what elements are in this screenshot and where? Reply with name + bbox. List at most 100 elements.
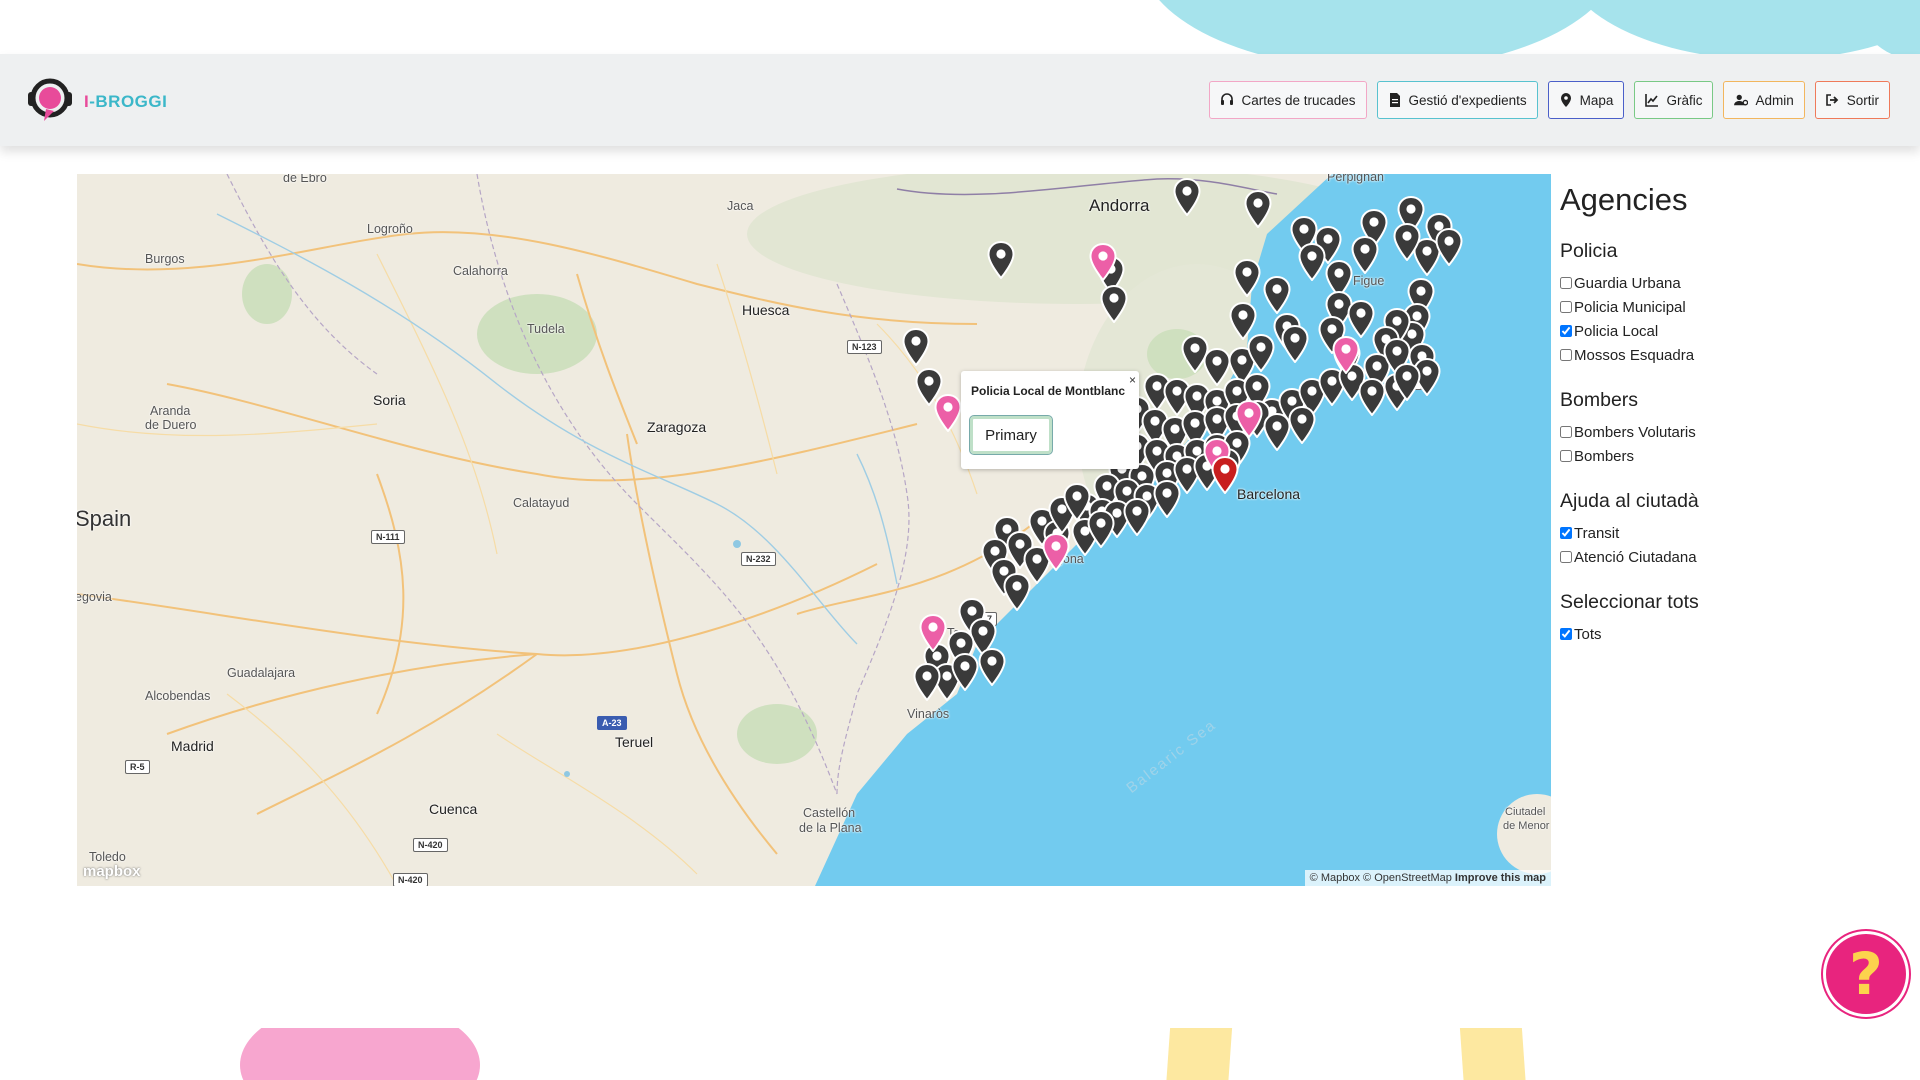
map-marker[interactable]: [1393, 223, 1421, 261]
map-marker[interactable]: [1247, 334, 1275, 372]
map-marker[interactable]: [1244, 190, 1272, 228]
improve-map-link[interactable]: Improve this map: [1455, 872, 1546, 884]
map-marker[interactable]: [1358, 378, 1386, 416]
decor-blob-pink: [240, 1028, 480, 1080]
nav-button-label: Gràfic: [1666, 92, 1703, 108]
filter-guardia-urbana[interactable]: Guardia Urbana: [1560, 271, 1900, 295]
popup-close-button[interactable]: ×: [1129, 373, 1136, 387]
user-cog-icon: [1734, 93, 1749, 107]
road-shield: N-232: [741, 552, 776, 566]
brand[interactable]: I-BROGGI: [24, 76, 167, 128]
map-label: Tudela: [527, 322, 565, 336]
group-title: Policia: [1560, 240, 1618, 262]
filter-bombers-volutaris[interactable]: Bombers Volutaris: [1560, 420, 1900, 444]
map-marker[interactable]: [1263, 276, 1291, 314]
map-marker[interactable]: [1003, 573, 1031, 611]
road-shield: A-23: [597, 716, 627, 730]
map-marker[interactable]: [1351, 236, 1379, 274]
map-label: Teruel: [615, 734, 654, 750]
group-policia: Policia Guardia Urbana Policia Municipal…: [1560, 240, 1900, 367]
map-marker-highlighted[interactable]: [1211, 456, 1239, 494]
checkbox[interactable]: [1560, 527, 1572, 539]
nav-admin-button[interactable]: Admin: [1723, 81, 1805, 119]
nav-grafic-button[interactable]: Gràfic: [1634, 81, 1714, 119]
filter-bombers[interactable]: Bombers: [1560, 444, 1900, 468]
map-marker[interactable]: [902, 328, 930, 366]
checkbox[interactable]: [1560, 426, 1572, 438]
road-shield: N-420: [413, 838, 448, 852]
nav-gestio-expedients-button[interactable]: Gestió d'expedients: [1376, 81, 1538, 119]
nav-sortir-button[interactable]: Sortir: [1814, 81, 1890, 119]
marker-popup: Policia Local de Montblanc × Primary: [961, 371, 1139, 469]
popup-title: Policia Local de Montblanc: [971, 384, 1126, 398]
group-title: Seleccionar tots: [1560, 591, 1699, 613]
map-marker[interactable]: [1087, 510, 1115, 548]
navbar: I-BROGGI Cartes de trucades Gestió d'exp…: [0, 54, 1920, 146]
attribution-mapbox-link[interactable]: © Mapbox: [1310, 872, 1360, 884]
filter-transit[interactable]: Transit: [1560, 521, 1900, 545]
checkbox[interactable]: [1560, 325, 1572, 337]
filter-tots[interactable]: Tots: [1560, 622, 1900, 646]
checkbox[interactable]: [1560, 277, 1572, 289]
filter-policia-local[interactable]: Policia Local: [1560, 319, 1900, 343]
filter-policia-municipal[interactable]: Policia Municipal: [1560, 295, 1900, 319]
map-label: de Duero: [145, 418, 197, 432]
map[interactable]: de Ebro Logroño Burgos Jaca Andorra Perp…: [77, 174, 1551, 886]
road-shield: N-420: [393, 873, 428, 886]
chart-line-icon: [1645, 93, 1659, 107]
checkbox[interactable]: [1560, 301, 1572, 313]
map-marker-pink[interactable]: [1089, 243, 1117, 281]
map-label: Andorra: [1089, 196, 1150, 215]
map-marker[interactable]: [1173, 178, 1201, 216]
nav-mapa-button[interactable]: Mapa: [1547, 81, 1625, 119]
map-marker[interactable]: [978, 648, 1006, 686]
map-label: Alcobendas: [145, 689, 211, 703]
map-label: Huesca: [742, 302, 790, 318]
checkbox[interactable]: [1560, 628, 1572, 640]
map-marker[interactable]: [1100, 285, 1128, 323]
map-marker-pink[interactable]: [934, 394, 962, 432]
checkbox[interactable]: [1560, 450, 1572, 462]
map-marker[interactable]: [913, 663, 941, 701]
map-label: Burgos: [145, 252, 185, 266]
map-marker[interactable]: [1263, 413, 1291, 451]
filter-mossos-esquadra[interactable]: Mossos Esquadra: [1560, 343, 1900, 367]
decor-blob-cyan: [1860, 0, 1920, 60]
map-marker[interactable]: [1347, 300, 1375, 338]
checkbox[interactable]: [1560, 349, 1572, 361]
decor-blob-yellow: [1165, 1028, 1233, 1080]
filter-atencio-ciutadana[interactable]: Atenció Ciutadana: [1560, 545, 1900, 569]
map-marker-pink[interactable]: [1235, 400, 1263, 438]
sign-out-icon: [1825, 93, 1840, 107]
nav-buttons: Cartes de trucades Gestió d'expedients M…: [1209, 81, 1890, 119]
mapbox-logo[interactable]: mapbox: [83, 863, 141, 880]
map-marker[interactable]: [987, 241, 1015, 279]
popup-primary-button[interactable]: Primary: [969, 415, 1053, 455]
map-marker-pink[interactable]: [1042, 533, 1070, 571]
map-marker-pink[interactable]: [1332, 336, 1360, 374]
map-marker[interactable]: [1393, 363, 1421, 401]
map-marker[interactable]: [1288, 406, 1316, 444]
sidebar-title: Agencies: [1560, 182, 1688, 217]
map-marker[interactable]: [1123, 498, 1151, 536]
map-label: Ciutadel: [1505, 806, 1546, 818]
map-marker[interactable]: [1435, 228, 1463, 266]
map-marker[interactable]: [1233, 259, 1261, 297]
map-label: Perpignan: [1327, 174, 1384, 184]
attribution-osm-link[interactable]: © OpenStreetMap: [1363, 872, 1452, 884]
map-marker-pink[interactable]: [919, 614, 947, 652]
map-marker[interactable]: [951, 653, 979, 691]
nav-button-label: Sortir: [1846, 92, 1879, 108]
checkbox[interactable]: [1560, 551, 1572, 563]
map-marker[interactable]: [1281, 325, 1309, 363]
road-shield: R-5: [125, 760, 150, 774]
nav-cartes-de-trucades-button[interactable]: Cartes de trucades: [1209, 81, 1367, 119]
map-label: Calahorra: [453, 264, 508, 278]
help-button[interactable]: ?: [1826, 934, 1906, 1014]
brand-name: I-BROGGI: [84, 92, 168, 111]
group-ajuda-ciutada: Ajuda al ciutadà Transit Atenció Ciutada…: [1560, 490, 1900, 569]
agencies-sidebar: Agencies Policia Guardia Urbana Policia …: [1560, 178, 1900, 646]
decor-blob-yellow: [1459, 1028, 1527, 1080]
map-marker[interactable]: [1298, 243, 1326, 281]
map-marker[interactable]: [1153, 480, 1181, 518]
